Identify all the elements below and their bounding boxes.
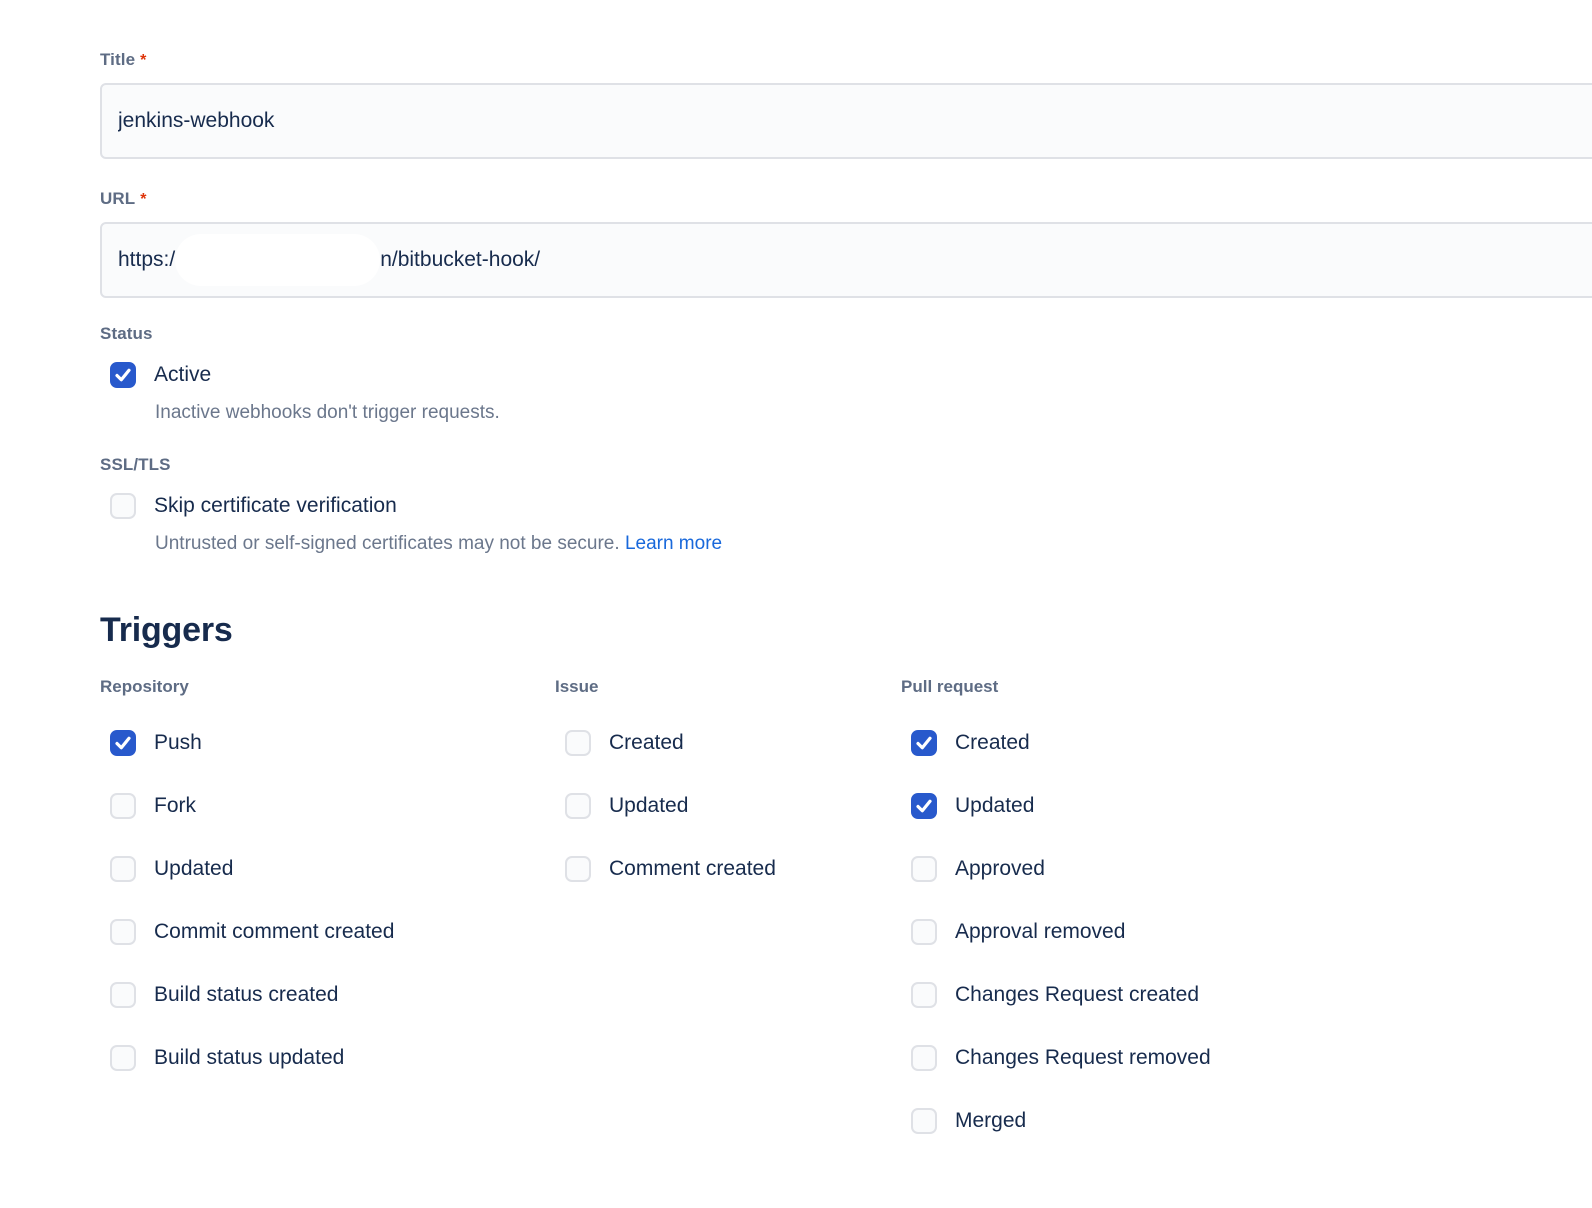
checkbox[interactable] xyxy=(911,1108,937,1134)
checkbox[interactable] xyxy=(911,856,937,882)
checkbox-label: Created xyxy=(955,731,1030,755)
checkmark-icon xyxy=(916,736,932,750)
trigger-repo-build-status-updated[interactable]: Build status updated xyxy=(110,1044,555,1072)
checkbox-label: Build status updated xyxy=(154,1046,344,1070)
trigger-pr-approved[interactable]: Approved xyxy=(911,855,1592,883)
active-checkbox-row[interactable]: Active xyxy=(110,361,1592,389)
repository-column-header: Repository xyxy=(100,677,555,697)
checkbox[interactable] xyxy=(110,856,136,882)
checkbox-label: Changes Request removed xyxy=(955,1046,1211,1070)
checkbox[interactable] xyxy=(911,919,937,945)
title-input[interactable] xyxy=(100,83,1592,159)
checkbox-label: Commit comment created xyxy=(154,920,394,944)
required-asterisk: * xyxy=(140,52,146,69)
pull-request-column-header: Pull request xyxy=(901,677,1592,697)
trigger-repo-build-status-created[interactable]: Build status created xyxy=(110,981,555,1009)
url-field-block: URL * https:/ n/bitbucket-hook/ xyxy=(100,189,1592,298)
required-asterisk: * xyxy=(140,191,146,208)
checkbox-label: Fork xyxy=(154,794,196,818)
status-helper-text: Inactive webhooks don't trigger requests… xyxy=(155,402,1592,424)
trigger-pr-merged[interactable]: Merged xyxy=(911,1107,1592,1135)
checkbox-label: Changes Request created xyxy=(955,983,1199,1007)
trigger-issue-created[interactable]: Created xyxy=(565,729,901,757)
checkbox[interactable] xyxy=(110,982,136,1008)
checkbox-label: Merged xyxy=(955,1109,1026,1133)
webhook-form: Title * URL * https:/ n/bitbucket-hook/ Sta… xyxy=(0,0,1592,1170)
skip-cert-checkbox[interactable] xyxy=(110,493,136,519)
checkbox[interactable] xyxy=(911,982,937,1008)
checkbox-label: Updated xyxy=(955,794,1034,818)
issue-column: Issue Created Updated Comment created xyxy=(555,677,901,1170)
checkbox[interactable] xyxy=(565,856,591,882)
url-input[interactable]: https:/ n/bitbucket-hook/ xyxy=(100,222,1592,298)
active-checkbox[interactable] xyxy=(110,362,136,388)
checkbox-label: Comment created xyxy=(609,857,776,881)
trigger-repo-push[interactable]: Push xyxy=(110,729,555,757)
repository-column: Repository Push Fork Updated Commit comm… xyxy=(100,677,555,1170)
trigger-repo-updated[interactable]: Updated xyxy=(110,855,555,883)
checkbox-label: Updated xyxy=(609,794,688,818)
checkbox[interactable] xyxy=(110,730,136,756)
ssl-helper-text: Untrusted or self-signed certificates ma… xyxy=(155,533,1592,555)
status-label: Status xyxy=(100,324,1592,344)
checkbox-label: Created xyxy=(609,731,684,755)
checkbox[interactable] xyxy=(110,919,136,945)
issue-column-header: Issue xyxy=(555,677,901,697)
ssl-section: SSL/TLS Skip certificate verification Un… xyxy=(100,455,1592,555)
learn-more-link[interactable]: Learn more xyxy=(625,533,722,554)
status-section: Status Active Inactive webhooks don't tr… xyxy=(100,324,1592,424)
checkmark-icon xyxy=(115,736,131,750)
triggers-heading: Triggers xyxy=(100,611,1592,650)
checkmark-icon xyxy=(916,799,932,813)
checkbox-label: Approved xyxy=(955,857,1045,881)
url-value-prefix: https:/ xyxy=(118,248,175,272)
trigger-issue-updated[interactable]: Updated xyxy=(565,792,901,820)
checkbox[interactable] xyxy=(565,793,591,819)
title-field-block: Title * xyxy=(100,50,1592,159)
checkbox-label: Approval removed xyxy=(955,920,1125,944)
trigger-pr-created[interactable]: Created xyxy=(911,729,1592,757)
checkbox[interactable] xyxy=(110,1045,136,1071)
checkbox[interactable] xyxy=(565,730,591,756)
active-checkbox-label: Active xyxy=(154,363,211,387)
skip-cert-checkbox-row[interactable]: Skip certificate verification xyxy=(110,492,1592,520)
trigger-issue-comment-created[interactable]: Comment created xyxy=(565,855,901,883)
trigger-pr-changes-request-removed[interactable]: Changes Request removed xyxy=(911,1044,1592,1072)
redaction-overlay xyxy=(175,234,380,286)
checkbox[interactable] xyxy=(911,793,937,819)
checkbox[interactable] xyxy=(911,1045,937,1071)
trigger-pr-changes-request-created[interactable]: Changes Request created xyxy=(911,981,1592,1009)
trigger-repo-commit-comment-created[interactable]: Commit comment created xyxy=(110,918,555,946)
pull-request-column: Pull request Created Updated Approved Ap… xyxy=(901,677,1592,1170)
ssl-helper-sentence: Untrusted or self-signed certificates ma… xyxy=(155,533,625,554)
trigger-repo-fork[interactable]: Fork xyxy=(110,792,555,820)
ssl-label: SSL/TLS xyxy=(100,455,1592,475)
trigger-pr-approval-removed[interactable]: Approval removed xyxy=(911,918,1592,946)
checkbox-label: Updated xyxy=(154,857,233,881)
skip-cert-checkbox-label: Skip certificate verification xyxy=(154,494,397,518)
checkbox-label: Build status created xyxy=(154,983,338,1007)
title-label: Title xyxy=(100,50,135,69)
url-label: URL xyxy=(100,189,135,208)
checkbox[interactable] xyxy=(911,730,937,756)
checkbox-label: Push xyxy=(154,731,202,755)
checkbox[interactable] xyxy=(110,793,136,819)
triggers-grid: Repository Push Fork Updated Commit comm… xyxy=(100,677,1592,1170)
trigger-pr-updated[interactable]: Updated xyxy=(911,792,1592,820)
url-value-suffix: n/bitbucket-hook/ xyxy=(380,248,540,272)
checkmark-icon xyxy=(115,368,131,382)
